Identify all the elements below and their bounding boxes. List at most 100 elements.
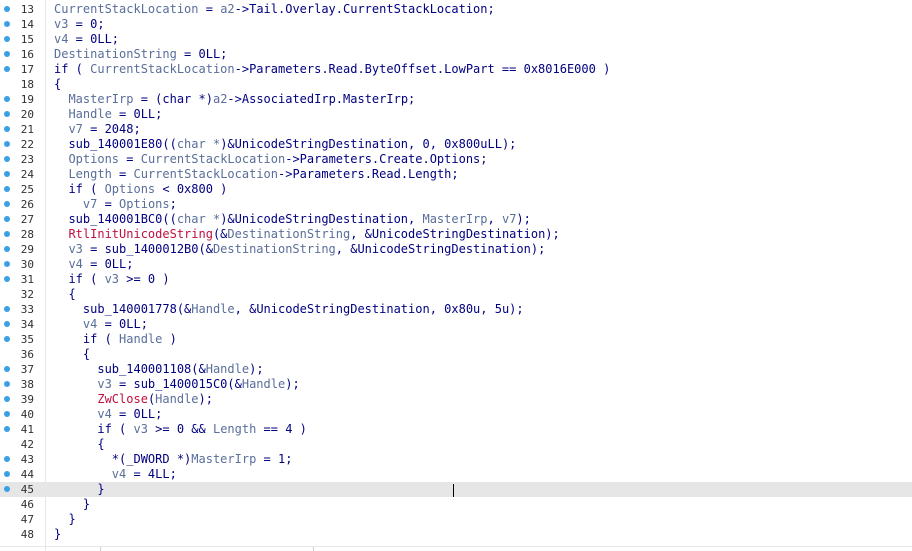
code-token: ->Parameters.Read.Length; bbox=[278, 167, 459, 181]
code-line[interactable]: 26 v7 = Options; bbox=[0, 197, 912, 212]
breakpoint-dot-icon[interactable] bbox=[4, 381, 10, 387]
code-line[interactable]: 33 sub_140001778(&Handle, &UnicodeString… bbox=[0, 302, 912, 317]
code-line[interactable]: 19 MasterIrp = (char *)a2->AssociatedIrp… bbox=[0, 92, 912, 107]
code-token: { bbox=[54, 77, 62, 91]
breakpoint-dot-icon[interactable] bbox=[4, 66, 10, 72]
code-line[interactable]: 25 if ( Options < 0x800 ) bbox=[0, 182, 912, 197]
code-token: ); bbox=[285, 377, 300, 391]
code-line[interactable]: 36 { bbox=[0, 347, 912, 362]
code-token: if ( bbox=[68, 272, 105, 286]
code-line[interactable]: 38 v3 = sub_1400015C0(&Handle); bbox=[0, 377, 912, 392]
code-token: ); bbox=[249, 362, 264, 376]
breakpoint-dot-icon[interactable] bbox=[4, 321, 10, 327]
breakpoint-dot-icon[interactable] bbox=[4, 276, 10, 282]
breakpoint-dot-icon[interactable] bbox=[4, 96, 10, 102]
code-line[interactable]: 46 } bbox=[0, 497, 912, 512]
code-token: ->AssociatedIrp.MasterIrp; bbox=[227, 92, 416, 106]
code-token: } bbox=[82, 497, 91, 511]
code-token: *(_DWORD *) bbox=[111, 452, 192, 466]
code-line[interactable]: 35 if ( Handle ) bbox=[0, 332, 912, 347]
code-text: v3 = sub_1400012B0(&DestinationString, &… bbox=[54, 242, 545, 257]
code-line[interactable]: 37 sub_140001108(&Handle); bbox=[0, 362, 912, 377]
code-line[interactable]: 28 RtlInitUnicodeString(&DestinationStri… bbox=[0, 227, 912, 242]
line-number: 28 bbox=[20, 228, 34, 241]
breakpoint-dot-icon[interactable] bbox=[4, 486, 10, 492]
breakpoint-dot-icon[interactable] bbox=[4, 216, 10, 222]
code-token: = 4LL; bbox=[126, 467, 177, 481]
code-token: ->Parameters.Read.ByteOffset.LowPart == … bbox=[234, 62, 611, 76]
code-token: sub_140001778(& bbox=[82, 302, 192, 316]
code-line[interactable]: 27 sub_140001BC0((char *)&UnicodeStringD… bbox=[0, 212, 912, 227]
code-text: { bbox=[54, 437, 104, 452]
code-line[interactable]: 30 v4 = 0LL; bbox=[0, 257, 912, 272]
code-line[interactable]: 39 ZwClose(Handle); bbox=[0, 392, 912, 407]
breakpoint-dot-icon[interactable] bbox=[4, 171, 10, 177]
code-token: >= 0 && bbox=[147, 422, 213, 436]
line-number: 37 bbox=[20, 363, 34, 376]
code-line[interactable]: 40 v4 = 0LL; bbox=[0, 407, 912, 422]
breakpoint-dot-icon[interactable] bbox=[4, 21, 10, 27]
code-line[interactable]: 24 Length = CurrentStackLocation->Parame… bbox=[0, 167, 912, 182]
code-token: sub_140001108(& bbox=[97, 362, 206, 376]
code-token: = 1; bbox=[256, 452, 293, 466]
breakpoint-dot-icon[interactable] bbox=[4, 426, 10, 432]
code-line[interactable]: 20 Handle = 0LL; bbox=[0, 107, 912, 122]
breakpoint-dot-icon[interactable] bbox=[4, 336, 10, 342]
code-line[interactable]: 13 CurrentStackLocation = a2->Tail.Overla… bbox=[0, 2, 912, 17]
breakpoint-dot-icon[interactable] bbox=[4, 366, 10, 372]
code-line[interactable]: 43 *(_DWORD *)MasterIrp = 1; bbox=[0, 452, 912, 467]
code-token: >= 0 ) bbox=[119, 272, 170, 286]
code-line[interactable]: 14 v3 = 0; bbox=[0, 17, 912, 32]
code-text: *(_DWORD *)MasterIrp = 1; bbox=[54, 452, 293, 467]
variable-token: Handle bbox=[191, 302, 235, 316]
breakpoint-dot-icon[interactable] bbox=[4, 141, 10, 147]
breakpoint-dot-icon[interactable] bbox=[4, 6, 10, 12]
breakpoint-dot-icon[interactable] bbox=[4, 51, 10, 57]
breakpoint-dot-icon[interactable] bbox=[4, 411, 10, 417]
breakpoint-dot-icon[interactable] bbox=[4, 246, 10, 252]
code-line[interactable]: 31 if ( v3 >= 0 ) bbox=[0, 272, 912, 287]
code-line[interactable]: 16 DestinationString = 0LL; bbox=[0, 47, 912, 62]
code-line[interactable]: 34 v4 = 0LL; bbox=[0, 317, 912, 332]
line-number: 15 bbox=[20, 33, 34, 46]
breakpoint-dot-icon[interactable] bbox=[4, 306, 10, 312]
code-text: } bbox=[54, 497, 90, 512]
code-line[interactable]: 18 { bbox=[0, 77, 912, 92]
breakpoint-dot-icon[interactable] bbox=[4, 201, 10, 207]
breakpoint-dot-icon[interactable] bbox=[4, 456, 10, 462]
scrollbar-mark bbox=[313, 547, 314, 551]
breakpoint-dot-icon[interactable] bbox=[4, 471, 10, 477]
code-line[interactable]: 42 { bbox=[0, 437, 912, 452]
breakpoint-dot-icon[interactable] bbox=[4, 186, 10, 192]
line-number: 33 bbox=[20, 303, 34, 316]
line-number: 24 bbox=[20, 168, 34, 181]
code-line[interactable]: 17 if ( CurrentStackLocation->Parameters.… bbox=[0, 62, 912, 77]
pseudocode-editor[interactable]: 13 CurrentStackLocation = a2->Tail.Overla… bbox=[0, 0, 912, 551]
code-line[interactable]: 29 v3 = sub_1400012B0(&DestinationString… bbox=[0, 242, 912, 257]
breakpoint-dot-icon[interactable] bbox=[4, 36, 10, 42]
code-line[interactable]: 22 sub_140001E80((char *)&UnicodeStringD… bbox=[0, 137, 912, 152]
code-line[interactable]: 48} bbox=[0, 527, 912, 542]
code-token: == 4 ) bbox=[256, 422, 307, 436]
code-line[interactable]: 45 } bbox=[0, 482, 912, 497]
breakpoint-dot-icon[interactable] bbox=[4, 396, 10, 402]
code-line[interactable]: 44 v4 = 4LL; bbox=[0, 467, 912, 482]
code-token: = bbox=[111, 167, 134, 181]
code-line[interactable]: 23 Options = CurrentStackLocation->Param… bbox=[0, 152, 912, 167]
code-line[interactable]: 32 { bbox=[0, 287, 912, 302]
code-line[interactable]: 41 if ( v3 >= 0 && Length == 4 ) bbox=[0, 422, 912, 437]
variable-token: Length bbox=[212, 422, 257, 436]
horizontal-scrollbar[interactable] bbox=[0, 546, 912, 551]
code-token: if ( bbox=[82, 332, 120, 346]
breakpoint-dot-icon[interactable] bbox=[4, 126, 10, 132]
breakpoint-dot-icon[interactable] bbox=[4, 261, 10, 267]
code-line[interactable]: 47 } bbox=[0, 512, 912, 527]
code-text: CurrentStackLocation = a2->Tail.Overlay.… bbox=[54, 2, 495, 17]
breakpoint-dot-icon[interactable] bbox=[4, 231, 10, 237]
code-text: if ( v3 >= 0 && Length == 4 ) bbox=[54, 422, 307, 437]
line-number: 13 bbox=[20, 3, 34, 16]
breakpoint-dot-icon[interactable] bbox=[4, 111, 10, 117]
code-line[interactable]: 15 v4 = 0LL; bbox=[0, 32, 912, 47]
code-line[interactable]: 21 v7 = 2048; bbox=[0, 122, 912, 137]
breakpoint-dot-icon[interactable] bbox=[4, 156, 10, 162]
